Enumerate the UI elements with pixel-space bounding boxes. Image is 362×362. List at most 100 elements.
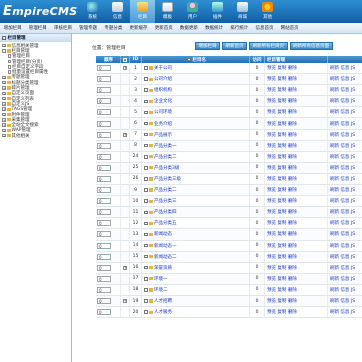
column-name-link[interactable]: 荣誉资质 (154, 265, 172, 271)
ops-cell[interactable]: 预览 复制 删除 (265, 151, 328, 162)
ext-ops-cell[interactable]: 刷新 信息 JS (328, 263, 362, 273)
menu-item[interactable]: 更新缓存 (126, 25, 151, 31)
row-checkbox[interactable] (144, 188, 148, 192)
header-order[interactable]: 顺序 (96, 56, 121, 63)
expand-icon[interactable]: + (2, 80, 6, 85)
ops-cell[interactable]: 预览 复制 删除 (265, 295, 328, 307)
row-checkbox[interactable] (144, 254, 148, 259)
menu-item[interactable]: 专题分类 (101, 25, 126, 31)
order-input[interactable]: 0 (97, 142, 111, 149)
ops-cell[interactable]: 预览 复制 删除 (265, 185, 328, 196)
nav-column[interactable]: 栏目 (130, 0, 155, 23)
row-checkbox[interactable] (144, 88, 148, 92)
ops-cell[interactable]: 预览 复制 删除 (265, 85, 328, 96)
ext-ops-cell[interactable]: 刷新 信息 JS (328, 241, 362, 251)
add-column-button[interactable]: 增加栏目 (195, 42, 220, 50)
ext-ops-cell[interactable]: 刷新 信息 JS (328, 185, 362, 195)
refresh-columns-button[interactable]: 刷新所有栏目页 (249, 42, 288, 50)
ops-cell[interactable]: 预览 复制 删除 (265, 63, 328, 74)
column-name-link[interactable]: 产品分类三 (154, 198, 177, 204)
order-input[interactable]: 0 (97, 220, 111, 227)
ext-ops-cell[interactable]: 刷新 信息 JS (328, 307, 362, 317)
ext-ops-cell[interactable]: 刷新 信息 JS (328, 296, 362, 306)
nav-info[interactable]: 信息 (105, 0, 130, 23)
order-input[interactable]: 0 (97, 198, 111, 205)
nav-template[interactable]: 模板 (155, 0, 180, 23)
order-input[interactable]: 0 (97, 264, 111, 271)
menu-item[interactable]: 管理专题 (76, 25, 101, 31)
expand-icon[interactable]: + (2, 118, 6, 122)
column-name-link[interactable]: 产品分类二 (154, 187, 177, 193)
nav-mall[interactable]: 商城 (230, 0, 255, 23)
ops-cell[interactable]: 预览 复制 删除 (265, 229, 328, 240)
row-checkbox[interactable] (144, 66, 148, 70)
column-name-link[interactable]: 关于公司 (154, 65, 172, 71)
column-name-link[interactable]: 公司介绍 (154, 76, 172, 82)
menu-item[interactable]: 更新首页 (151, 25, 176, 31)
expand-icon[interactable]: + (2, 112, 6, 117)
row-checkbox[interactable] (144, 166, 148, 170)
row-checkbox[interactable] (144, 177, 148, 181)
row-checkbox[interactable] (144, 310, 148, 314)
column-name-link[interactable]: 产品展示 (154, 132, 172, 138)
ops-cell[interactable]: 预览 复制 删除 (265, 173, 328, 185)
order-input[interactable]: 0 (97, 87, 111, 94)
ext-ops-cell[interactable]: 刷新 信息 JS (328, 274, 362, 284)
expand-icon[interactable]: + (123, 265, 127, 270)
order-input[interactable]: 0 (97, 231, 111, 238)
column-name-link[interactable]: 产品分类一 (154, 143, 177, 149)
column-name-link[interactable]: 产品分类四 (154, 209, 177, 215)
menu-item[interactable]: 数据更新 (176, 25, 201, 31)
nav-plugin[interactable]: 插件 (205, 0, 230, 23)
menu-item[interactable]: 网站首页 (277, 25, 302, 31)
order-input[interactable]: 0 (97, 65, 111, 72)
order-input[interactable]: 0 (97, 309, 111, 316)
row-checkbox[interactable] (144, 210, 148, 215)
row-checkbox[interactable] (144, 77, 148, 81)
ext-ops-cell[interactable]: 刷新 信息 JS (328, 252, 362, 262)
ops-cell[interactable]: 预览 复制 删除 (265, 129, 328, 140)
ext-ops-cell[interactable]: 刷新 信息 JS (328, 141, 362, 151)
ops-cell[interactable]: 预览 复制 删除 (265, 74, 328, 85)
ext-ops-cell[interactable]: 刷新 信息 JS (328, 118, 362, 128)
order-input[interactable]: 0 (97, 76, 111, 83)
menu-item[interactable]: 审核栏目 (50, 25, 75, 31)
ext-ops-cell[interactable]: 刷新 信息 JS (328, 207, 362, 217)
order-input[interactable]: 0 (97, 109, 111, 116)
column-name-link[interactable]: 产品分类3级 (154, 165, 179, 171)
ext-ops-cell[interactable]: 刷新 信息 JS (328, 130, 362, 140)
row-checkbox[interactable] (144, 155, 148, 159)
collapse-icon[interactable]: - (2, 36, 6, 40)
collapse-icon[interactable]: - (2, 49, 6, 53)
expand-icon[interactable]: + (123, 132, 127, 137)
column-name-link[interactable]: 新闻动态 (154, 231, 172, 237)
expand-all-icon[interactable]: - (123, 57, 127, 62)
refresh-info-button[interactable]: 刷新所有信息页面 (289, 42, 333, 50)
order-input[interactable]: 0 (97, 164, 111, 171)
ext-ops-cell[interactable]: 刷新 信息 JS (328, 74, 362, 84)
ext-ops-cell[interactable]: 刷新 信息 JS (328, 85, 362, 95)
row-checkbox[interactable] (144, 232, 148, 237)
expand-icon[interactable]: + (2, 128, 6, 133)
row-checkbox[interactable] (144, 288, 148, 292)
nav-other[interactable]: 其他 (255, 0, 280, 23)
row-checkbox[interactable] (144, 265, 148, 270)
menu-item[interactable]: 增加栏目 (0, 25, 25, 31)
menu-item[interactable]: 信息首页 (252, 25, 277, 31)
order-input[interactable]: 0 (97, 209, 111, 216)
expand-icon[interactable]: + (123, 299, 127, 304)
ops-cell[interactable]: 预览 复制 删除 (265, 307, 328, 318)
order-input[interactable]: 0 (97, 153, 111, 160)
expand-icon[interactable]: + (2, 75, 6, 80)
ops-cell[interactable]: 预览 复制 删除 (265, 207, 328, 218)
expand-icon[interactable]: + (2, 123, 6, 127)
order-input[interactable]: 0 (97, 131, 111, 138)
column-name-link[interactable]: 产品分类三级 (154, 176, 181, 182)
row-checkbox[interactable] (144, 143, 148, 148)
expand-icon[interactable]: + (2, 43, 6, 48)
ops-cell[interactable]: 预览 复制 删除 (265, 284, 328, 295)
ops-cell[interactable]: 预览 复制 删除 (265, 162, 328, 173)
expand-icon[interactable]: + (2, 86, 6, 90)
column-name-link[interactable]: 环境二 (154, 287, 168, 293)
column-name-link[interactable]: 环境一 (154, 276, 168, 282)
